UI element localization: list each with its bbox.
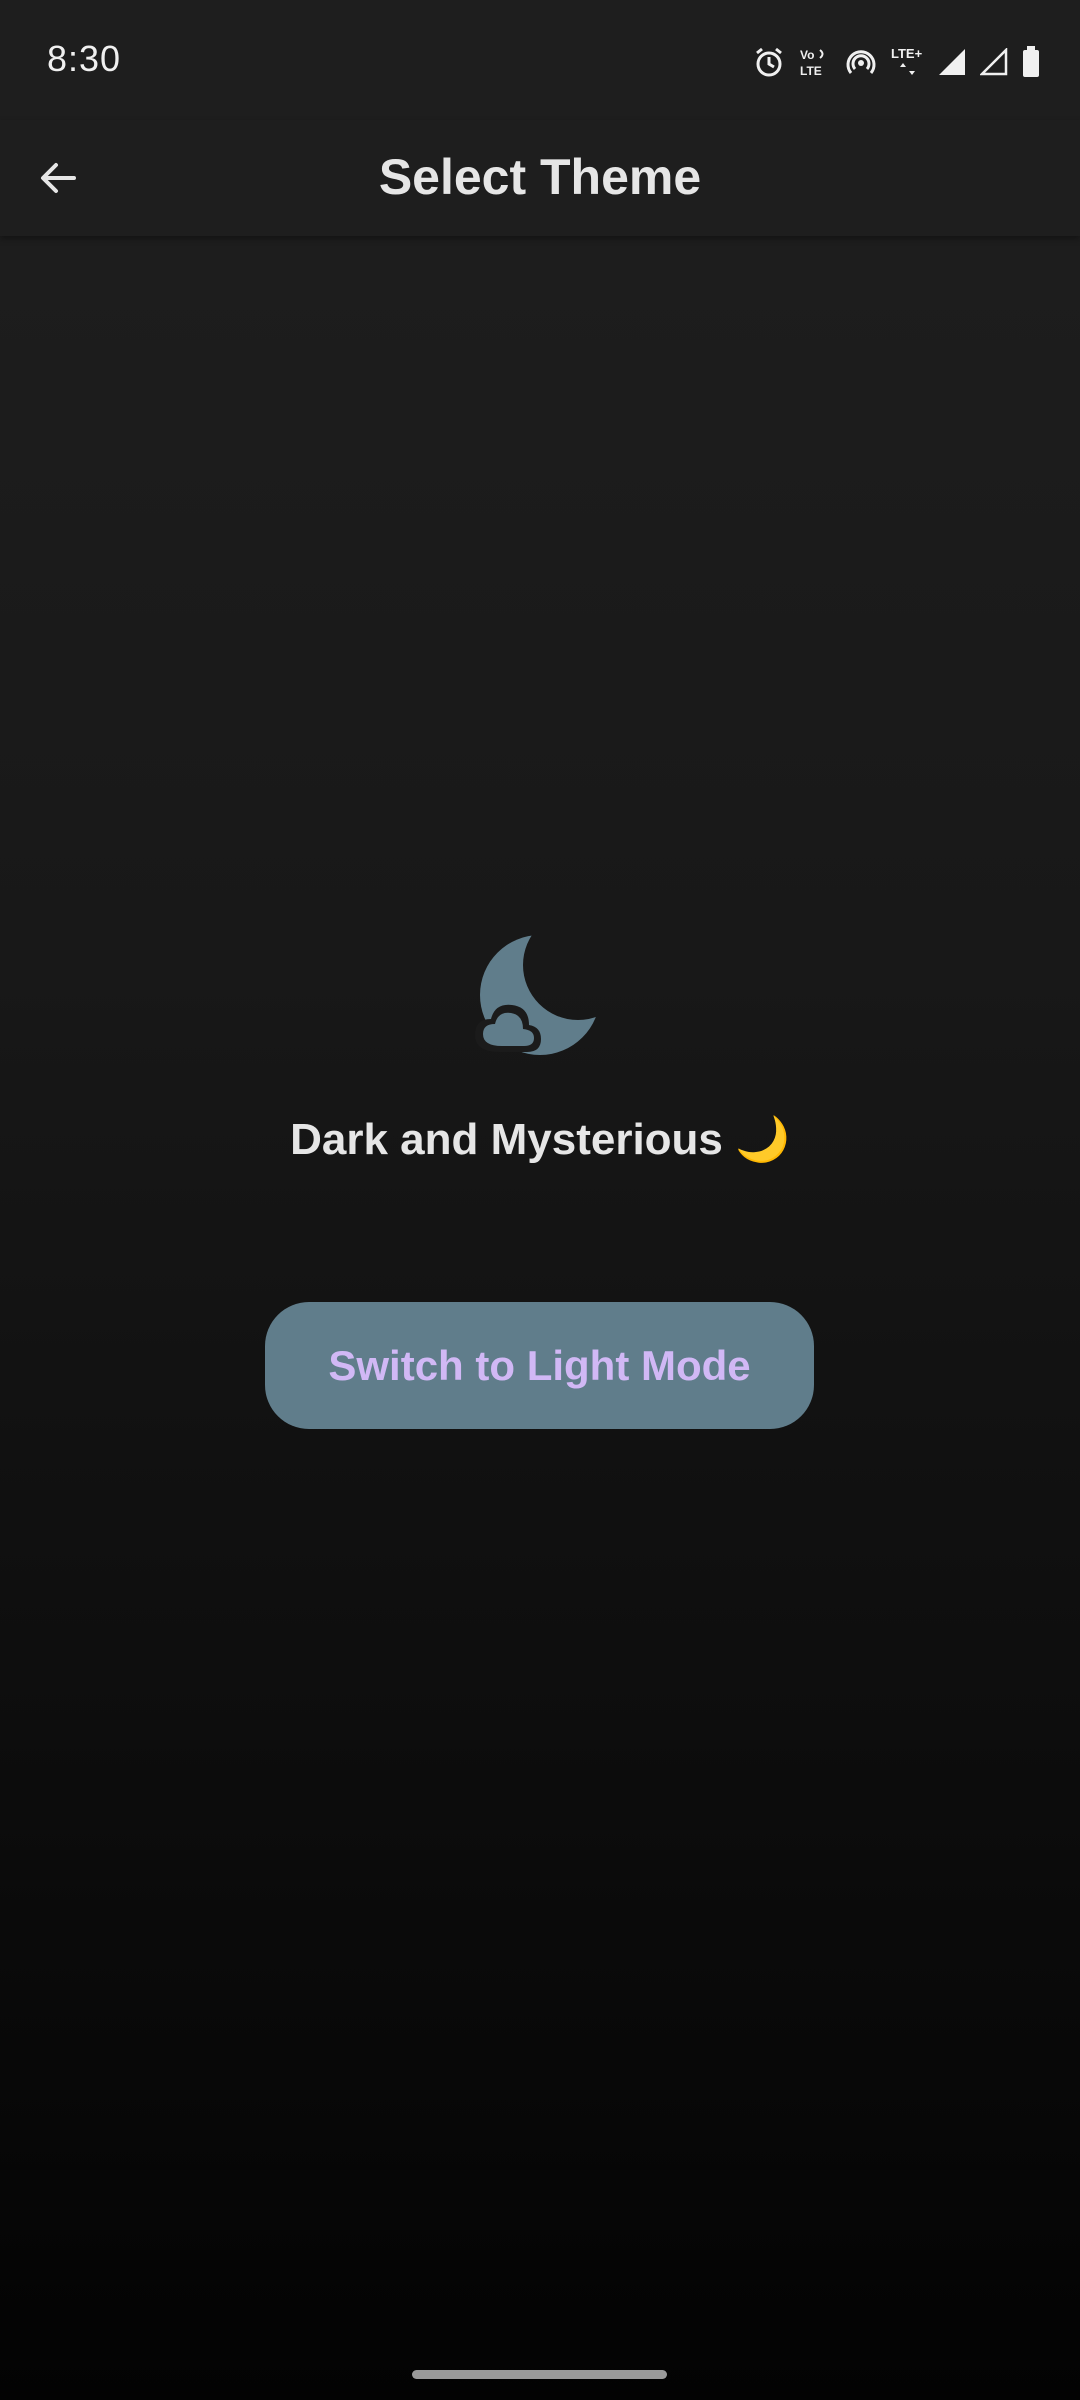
svg-text:LTE: LTE <box>800 64 822 78</box>
gesture-nav-handle[interactable] <box>412 2370 667 2379</box>
theme-label: Dark and Mysterious 🌙 <box>290 1115 790 1164</box>
battery-icon <box>1022 46 1040 78</box>
status-time: 8:30 <box>47 38 122 79</box>
hotspot-icon <box>846 47 876 77</box>
page-title: Select Theme <box>378 149 702 205</box>
status-icons: Vo LTE LTE+ <box>754 44 1040 80</box>
svg-text:LTE+: LTE+ <box>891 46 923 61</box>
app-bar: Select Theme <box>0 120 1080 236</box>
volte-icon: Vo LTE <box>798 46 832 78</box>
svg-text:Vo: Vo <box>800 48 814 62</box>
moon-cloud-icon <box>465 925 615 1060</box>
status-bar: 8:30 Vo LTE LTE+ <box>0 0 1080 120</box>
lte-plus-icon: LTE+ <box>890 45 924 79</box>
signal-full-icon <box>938 48 966 76</box>
switch-theme-button[interactable]: Switch to Light Mode <box>265 1302 814 1429</box>
signal-outline-icon <box>980 48 1008 76</box>
alarm-icon <box>754 46 784 78</box>
